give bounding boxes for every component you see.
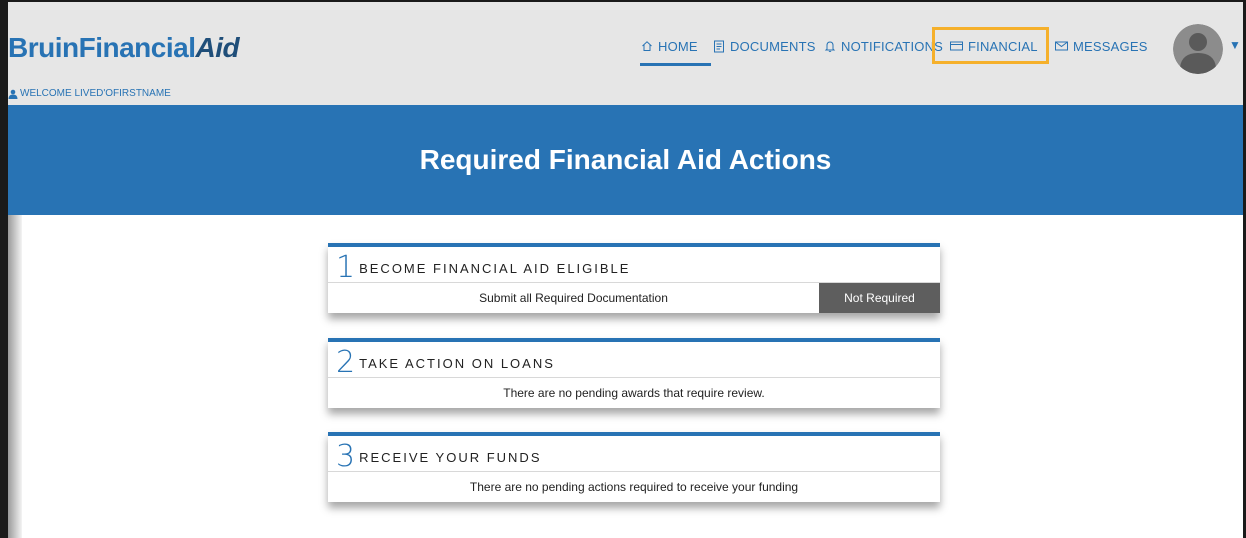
page-banner: Required Financial Aid Actions [8,105,1243,215]
logo-text-financial: Financial [78,32,196,63]
avatar-silhouette-icon [1173,24,1223,74]
step-number: 2 [336,345,356,380]
app-frame: BruinFinancialAid WELCOME LIVED'OFIRSTNA… [0,0,1246,538]
active-nav-indicator [640,63,711,66]
nav-home-label: HOME [658,38,698,54]
status-badge: Not Required [819,283,940,313]
page-title: Required Financial Aid Actions [419,144,832,175]
user-icon [8,89,18,99]
step-card-3: 3 RECEIVE YOUR FUNDS There are no pendin… [328,432,940,502]
step-card-1: 1 BECOME FINANCIAL AID ELIGIBLE Submit a… [328,243,940,313]
financial-highlight-box [932,27,1049,64]
envelope-icon [1055,41,1068,51]
welcome-text: WELCOME LIVED'OFIRSTNAME [20,88,171,99]
nav-messages[interactable]: MESSAGES [1055,36,1148,56]
nav-notifications[interactable]: NOTIFICATIONS [824,36,943,56]
home-icon [642,41,652,51]
left-shadow [8,215,22,538]
window-border-top [0,0,1246,2]
step-row-text: There are no pending actions required to… [469,480,799,494]
step-row: There are no pending awards that require… [328,378,940,408]
step-card-2: 2 TAKE ACTION ON LOANS There are no pend… [328,338,940,408]
nav-home[interactable]: HOME [641,36,698,56]
nav-notifications-label: NOTIFICATIONS [841,38,944,54]
step-row[interactable]: Submit all Required Documentation Not Re… [328,283,940,313]
step-title: TAKE ACTION ON LOANS [359,356,555,371]
nav-documents[interactable]: DOCUMENTS [713,36,816,56]
nav-messages-label: MESSAGES [1073,38,1148,54]
bell-icon [824,40,836,52]
logo-text-bruin: Bruin [8,32,79,63]
document-icon [714,40,724,52]
step-header: 1 BECOME FINANCIAL AID ELIGIBLE [328,247,940,283]
chevron-down-icon[interactable]: ▼ [1229,38,1241,52]
step-title: BECOME FINANCIAL AID ELIGIBLE [359,261,631,276]
step-row-text: There are no pending awards that require… [503,386,765,400]
logo-text-aid: Aid [195,32,240,63]
step-number: 1 [336,250,356,285]
step-header: 2 TAKE ACTION ON LOANS [328,342,940,378]
user-avatar[interactable] [1173,24,1223,74]
step-number: 3 [336,439,356,474]
step-title: RECEIVE YOUR FUNDS [359,450,542,465]
step-row: There are no pending actions required to… [328,472,940,502]
step-header: 3 RECEIVE YOUR FUNDS [328,436,940,472]
welcome-message: WELCOME LIVED'OFIRSTNAME [8,88,171,99]
step-row-text: Submit all Required Documentation [479,291,668,305]
bruin-financial-aid-logo[interactable]: BruinFinancialAid [8,32,240,64]
nav-documents-label: DOCUMENTS [730,38,816,54]
window-border-left [0,0,8,538]
